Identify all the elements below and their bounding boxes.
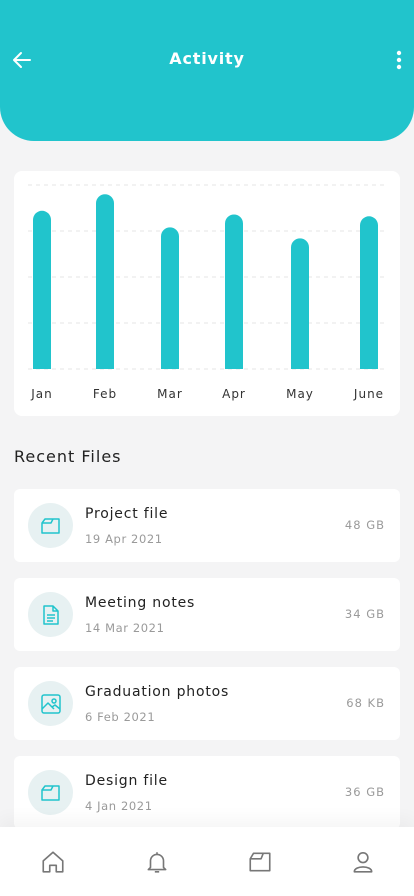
file-size: 68 KB [346,696,385,710]
bar-apr[interactable] [225,214,243,369]
bar-jan[interactable] [33,210,51,369]
file-date: 14 Mar 2021 [85,621,165,635]
activity-bar-chart: Jan Feb Mar Apr May June [28,184,386,401]
file-size: 36 GB [344,785,385,799]
file-name: Meeting notes [85,595,196,611]
file-name: Project file [85,506,169,522]
file-card-meeting-notes[interactable]: Meeting notes 14 Mar 2021 34 GB [14,578,400,651]
x-tick-label: Feb [93,387,117,401]
file-name: Design file [85,773,168,789]
file-date: 19 Apr 2021 [85,532,163,546]
document-icon [28,592,73,637]
bar-feb[interactable] [96,194,114,369]
x-tick-label: May [286,387,314,401]
bottom-nav [0,827,414,896]
activity-chart-card: Jan Feb Mar Apr May June [14,171,400,416]
x-tick-label: Jan [30,387,53,401]
x-tick-label: June [353,387,384,401]
bell-icon[interactable] [144,849,170,875]
page-title: Activity [169,49,245,68]
file-card-project[interactable]: Project file 19 Apr 2021 48 GB [14,489,400,562]
x-tick-label: Mar [157,387,183,401]
folder-icon [28,770,73,815]
file-size: 48 GB [344,518,385,532]
bar-june[interactable] [360,216,378,369]
header: Activity [0,0,414,141]
file-card-graduation-photos[interactable]: Graduation photos 6 Feb 2021 68 KB [14,667,400,740]
folder-icon[interactable] [247,849,273,875]
recent-files-title: Recent Files [14,447,122,466]
file-size: 34 GB [344,607,385,621]
file-name: Graduation photos [85,684,230,700]
home-icon[interactable] [40,849,66,875]
profile-icon[interactable] [350,849,376,875]
file-date: 4 Jan 2021 [85,799,153,813]
file-date: 6 Feb 2021 [85,710,156,724]
bar-mar[interactable] [161,227,179,369]
folder-icon [28,503,73,548]
more-vertical-icon[interactable] [394,48,404,72]
x-tick-label: Apr [222,387,246,401]
image-icon [28,681,73,726]
file-card-design[interactable]: Design file 4 Jan 2021 36 GB [14,756,400,829]
bar-may[interactable] [291,238,309,369]
